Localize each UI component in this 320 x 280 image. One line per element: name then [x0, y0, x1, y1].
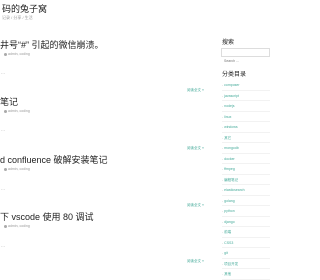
category-item[interactable]: -composer — [222, 80, 270, 91]
category-item[interactable]: -git — [222, 248, 270, 259]
list-bullet: - — [222, 114, 224, 119]
list-bullet: - — [222, 188, 224, 192]
search-input[interactable] — [222, 57, 269, 65]
author-icon — [4, 109, 7, 113]
list-bullet: - — [222, 156, 224, 161]
post-meta: admin, coding — [4, 167, 30, 171]
list-bullet: - — [222, 167, 224, 171]
list-bullet: - — [222, 219, 224, 224]
category-item[interactable]: -python — [222, 206, 270, 217]
search-box — [221, 48, 270, 65]
category-item[interactable]: -编程笔记 — [222, 175, 270, 185]
category-item[interactable]: -docker — [222, 154, 270, 164]
post-meta-text: admin, coding — [8, 52, 30, 56]
category-label[interactable]: nodejs — [224, 104, 234, 108]
post-meta-text: admin, coding — [8, 224, 30, 228]
category-item[interactable]: -nodejs — [222, 101, 270, 112]
post-meta: admin, coding — [4, 52, 30, 56]
post-title[interactable]: 笔记 — [0, 95, 18, 108]
post-excerpt: … — [1, 243, 5, 248]
category-item[interactable]: -ffmpeg — [222, 164, 270, 175]
post-meta-text: admin, coding — [8, 167, 30, 171]
list-bullet: - — [222, 125, 224, 129]
list-bullet: - — [222, 198, 224, 203]
category-label[interactable]: windows — [224, 125, 237, 129]
list-bullet: - — [222, 104, 224, 108]
list-bullet: - — [222, 251, 224, 255]
category-label[interactable]: 其它 — [224, 136, 231, 140]
category-item[interactable]: -django — [222, 217, 270, 227]
category-label[interactable]: django — [224, 220, 235, 224]
list-bullet: - — [222, 272, 224, 276]
category-label[interactable]: ffmpeg — [224, 167, 235, 171]
category-label[interactable]: composer — [224, 83, 239, 87]
site-title[interactable]: 码的兔子窝 — [2, 2, 47, 15]
read-more-link[interactable]: 阅读全文 » — [187, 88, 204, 93]
post-meta: admin, coding — [4, 109, 30, 113]
read-more-link[interactable]: 阅读全文 » — [187, 203, 204, 208]
category-item[interactable]: -其它 — [222, 133, 270, 143]
search-widget-title: 搜索 — [222, 40, 235, 46]
category-item[interactable]: -CSS3 — [222, 238, 270, 248]
read-more-link[interactable]: 阅读全文 » — [187, 259, 204, 264]
category-label[interactable]: 编程笔记 — [224, 178, 238, 182]
list-bullet: - — [222, 93, 224, 98]
category-list: -composer -javascript -nodejs -linux -window… — [222, 80, 270, 280]
category-label[interactable]: git — [224, 251, 228, 255]
post-excerpt: … — [1, 127, 5, 132]
post-title[interactable]: d confluence 破解安装笔记 — [0, 153, 108, 166]
category-label[interactable]: CSS3 — [224, 241, 233, 245]
category-label[interactable]: 前端 — [224, 230, 231, 234]
list-bullet: - — [222, 209, 224, 213]
list-bullet: - — [222, 177, 224, 182]
category-label[interactable]: docker — [224, 157, 235, 161]
read-more-link[interactable]: 阅读全文 » — [187, 146, 204, 151]
category-item[interactable]: -前端 — [222, 227, 270, 238]
category-label[interactable]: golang — [224, 199, 235, 203]
category-label[interactable]: 其他 — [224, 272, 231, 276]
post-title[interactable]: 井号“#” 引起的微信崩溃。 — [0, 38, 104, 51]
post-meta-text: admin, coding — [8, 109, 30, 113]
post-excerpt: … — [1, 70, 5, 75]
category-label[interactable]: mongodb — [224, 146, 239, 150]
list-bullet: - — [222, 146, 224, 150]
category-item[interactable]: -项目开发 — [222, 259, 270, 269]
list-bullet: - — [222, 135, 224, 140]
category-item[interactable]: -javascript — [222, 91, 270, 101]
post-title[interactable]: 下 vscode 使用 80 调试 — [0, 210, 94, 223]
post-excerpt: … — [1, 186, 5, 191]
site-subtitle: 记录 / 分享 / 生活 — [2, 15, 33, 20]
author-icon — [4, 167, 7, 171]
category-label[interactable]: elasticsearch — [224, 188, 244, 192]
list-bullet: - — [222, 230, 224, 234]
category-item[interactable]: -其他 — [222, 269, 270, 280]
category-label[interactable]: linux — [224, 115, 231, 119]
categories-widget-title: 分类目录 — [222, 72, 247, 78]
category-label[interactable]: python — [224, 209, 235, 213]
author-icon — [4, 52, 7, 56]
author-icon — [4, 224, 7, 228]
post-meta: admin, coding — [4, 224, 30, 228]
category-item[interactable]: -golang — [222, 196, 270, 206]
list-bullet: - — [222, 240, 224, 245]
category-item[interactable]: -linux — [222, 112, 270, 122]
category-item[interactable]: -windows — [222, 122, 270, 133]
category-item[interactable]: -mongodb — [222, 143, 270, 154]
list-bullet: - — [222, 83, 224, 87]
category-item[interactable]: -elasticsearch — [222, 185, 270, 196]
category-label[interactable]: javascript — [224, 94, 239, 98]
